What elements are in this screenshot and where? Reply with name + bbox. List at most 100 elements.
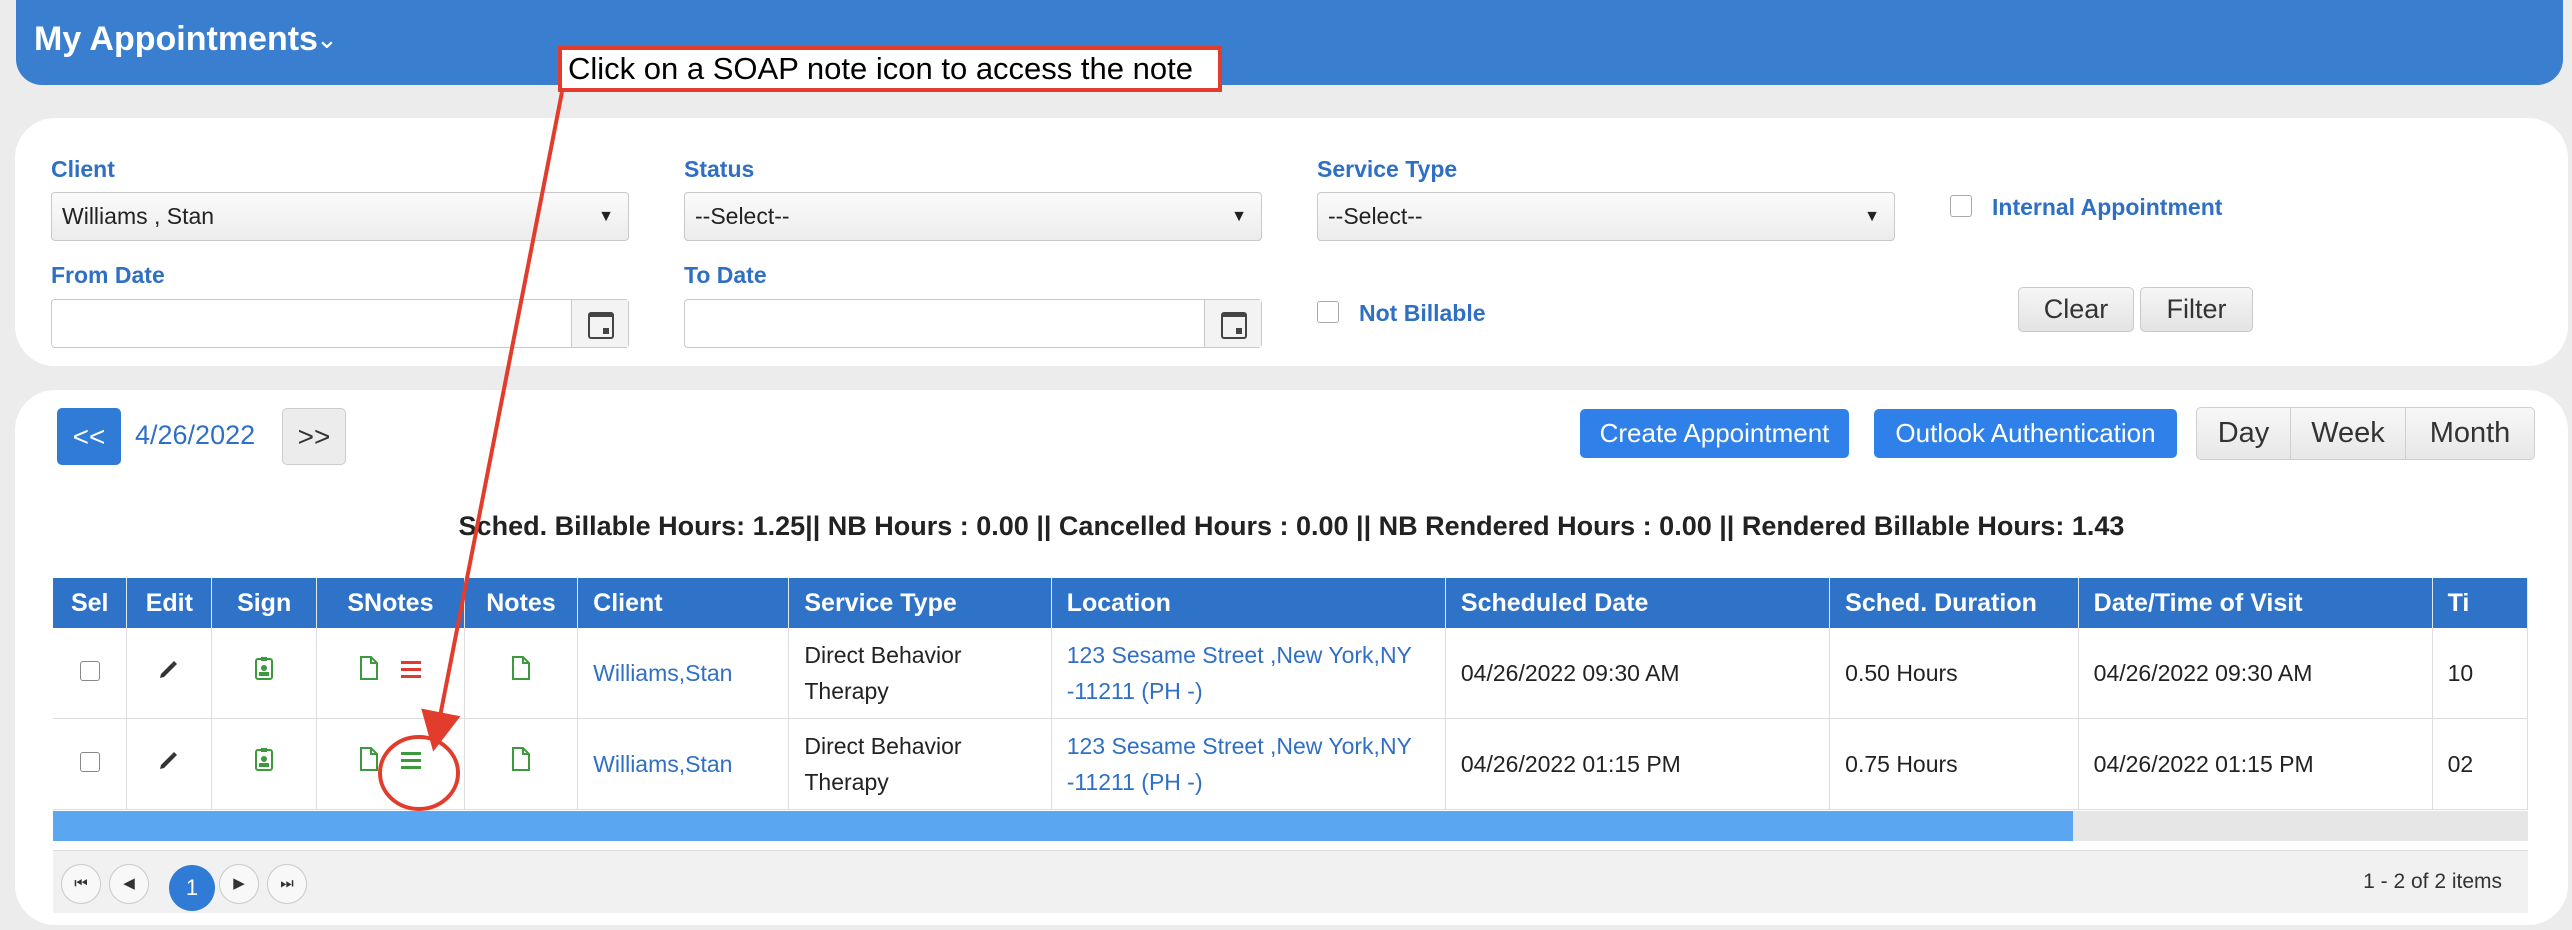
to-date-label: To Date	[684, 262, 767, 288]
from-date-input[interactable]	[51, 299, 629, 348]
column-header-scheduled-date[interactable]: Scheduled Date	[1445, 578, 1831, 628]
list-icon[interactable]	[399, 750, 423, 772]
column-header-edit[interactable]: Edit	[126, 578, 213, 628]
service-type-cell: Direct Behavior Therapy	[788, 718, 1052, 810]
current-page-button[interactable]: 1	[169, 865, 215, 911]
appointments-panel: << 4/26/2022 >> Create Appointment Outlo…	[15, 390, 2568, 925]
filter-button[interactable]: Filter	[2140, 287, 2253, 332]
create-appointment-button[interactable]: Create Appointment	[1580, 409, 1849, 458]
current-date[interactable]: 4/26/2022	[135, 420, 255, 451]
column-header-snotes[interactable]: SNotes	[316, 578, 465, 628]
internal-appointment-checkbox[interactable]	[1950, 195, 1972, 217]
sched-duration-cell: 0.75 Hours	[1829, 718, 2079, 810]
sign-cell	[211, 718, 318, 810]
client-label: Client	[51, 156, 115, 182]
edit-cell	[126, 718, 213, 810]
document-icon[interactable]	[358, 746, 380, 772]
document-icon[interactable]	[510, 746, 532, 772]
sign-icon[interactable]	[253, 657, 275, 681]
service-type-select[interactable]: --Select-- ▼	[1317, 192, 1895, 241]
location-cell: 123 Sesame Street ,New York,NY -11211 (PH…	[1051, 628, 1446, 719]
from-date-picker-button[interactable]	[571, 300, 628, 347]
service-type-line2: Therapy	[804, 769, 889, 795]
row-select-checkbox[interactable]	[79, 661, 100, 681]
column-header-service-type[interactable]: Service Type	[788, 578, 1052, 628]
column-header-client[interactable]: Client	[577, 578, 790, 628]
clear-button[interactable]: Clear	[2018, 287, 2134, 332]
not-billable-label: Not Billable	[1359, 300, 1486, 326]
column-header-sched-duration[interactable]: Sched. Duration	[1829, 578, 2079, 628]
next-page-button[interactable]: ▶	[219, 864, 259, 904]
column-header-date-time-of-visit[interactable]: Date/Time of Visit	[2078, 578, 2433, 628]
last-page-button[interactable]: ⏭	[267, 864, 307, 904]
outlook-authentication-button[interactable]: Outlook Authentication	[1874, 409, 2177, 458]
time-cell: 10	[2432, 628, 2528, 719]
service-type-line1: Direct Behavior	[804, 642, 962, 668]
sign-icon[interactable]	[253, 748, 275, 772]
appointments-table: Sel Edit Sign SNotes Notes Client Servic…	[53, 578, 2528, 810]
caret-down-icon: ▼	[1864, 208, 1880, 225]
view-week-button[interactable]: Week	[2290, 407, 2406, 460]
status-select[interactable]: --Select-- ▼	[684, 192, 1262, 241]
row-select-checkbox[interactable]	[79, 752, 100, 772]
status-label: Status	[684, 156, 755, 182]
table-row[interactable]: Williams,Stan Direct Behavior Therapy 123…	[53, 718, 2528, 810]
next-date-button[interactable]: >>	[282, 408, 346, 465]
column-header-sel[interactable]: Sel	[53, 578, 128, 628]
filter-panel: Client Williams , Stan ▼ Status --Select…	[15, 118, 2568, 366]
column-header-location[interactable]: Location	[1051, 578, 1446, 628]
prev-page-button[interactable]: ◀	[109, 864, 149, 904]
not-billable-checkbox[interactable]	[1317, 301, 1339, 323]
client-link[interactable]: Williams,Stan	[593, 751, 732, 777]
document-icon[interactable]	[510, 655, 532, 681]
table-row[interactable]: Williams,Stan Direct Behavior Therapy 123…	[53, 628, 2528, 719]
horizontal-scrollbar[interactable]	[53, 811, 2528, 841]
document-icon[interactable]	[358, 655, 380, 681]
appointments-grid: Sel Edit Sign SNotes Notes Client Servic…	[53, 578, 2528, 846]
view-month-button[interactable]: Month	[2405, 407, 2535, 460]
view-day-button[interactable]: Day	[2196, 407, 2291, 460]
location-link-line2[interactable]: -11211 (PH -)	[1067, 678, 1203, 704]
pager: ⏮ ◀ 1 ▶ ⏭ 1 - 2 of 2 items	[53, 850, 2528, 913]
client-cell: Williams,Stan	[577, 718, 790, 810]
notes-cell	[464, 718, 579, 810]
list-icon[interactable]	[399, 659, 423, 681]
location-link-line2[interactable]: -11211 (PH -)	[1067, 769, 1203, 795]
location-link-line1[interactable]: 123 Sesame Street ,New York,NY	[1067, 733, 1412, 759]
scheduled-date-cell: 04/26/2022 09:30 AM	[1445, 628, 1831, 719]
service-type-line2: Therapy	[804, 678, 889, 704]
location-link-line1[interactable]: 123 Sesame Street ,New York,NY	[1067, 642, 1412, 668]
column-header-notes[interactable]: Notes	[464, 578, 579, 628]
pencil-icon[interactable]	[157, 748, 181, 772]
service-type-cell: Direct Behavior Therapy	[788, 628, 1052, 719]
to-date-picker-button[interactable]	[1204, 300, 1261, 347]
scrollbar-thumb[interactable]	[53, 811, 2073, 841]
calendar-icon	[588, 312, 614, 339]
internal-appointment-label: Internal Appointment	[1992, 194, 2223, 220]
prev-date-button[interactable]: <<	[57, 408, 121, 465]
caret-down-icon: ▼	[1231, 208, 1247, 225]
visit-datetime-cell: 04/26/2022 01:15 PM	[2078, 718, 2433, 810]
location-cell: 123 Sesame Street ,New York,NY -11211 (PH…	[1051, 718, 1446, 810]
sched-duration-cell: 0.50 Hours	[1829, 628, 2079, 719]
column-header-time[interactable]: Ti	[2432, 578, 2528, 628]
service-type-select-value: --Select--	[1328, 203, 1423, 229]
pencil-icon[interactable]	[157, 657, 181, 681]
pager-info: 1 - 2 of 2 items	[2363, 870, 2502, 893]
chevron-down-icon[interactable]: ⌄	[316, 24, 338, 55]
client-link[interactable]: Williams,Stan	[593, 660, 732, 686]
from-date-label: From Date	[51, 262, 165, 288]
service-type-label: Service Type	[1317, 156, 1458, 182]
hours-summary: Sched. Billable Hours: 1.25|| NB Hours :…	[458, 511, 2125, 541]
to-date-input[interactable]	[684, 299, 1262, 348]
first-page-button[interactable]: ⏮	[61, 864, 101, 904]
edit-cell	[126, 628, 213, 719]
row-select-cell	[53, 718, 128, 810]
client-select-value: Williams , Stan	[62, 203, 215, 229]
time-cell: 02	[2432, 718, 2528, 810]
client-select[interactable]: Williams , Stan ▼	[51, 192, 629, 241]
caret-down-icon: ▼	[598, 208, 614, 225]
page-title[interactable]: My Appointments	[34, 20, 318, 59]
annotation-callout: Click on a SOAP note icon to access the …	[558, 46, 1222, 92]
column-header-sign[interactable]: Sign	[211, 578, 318, 628]
